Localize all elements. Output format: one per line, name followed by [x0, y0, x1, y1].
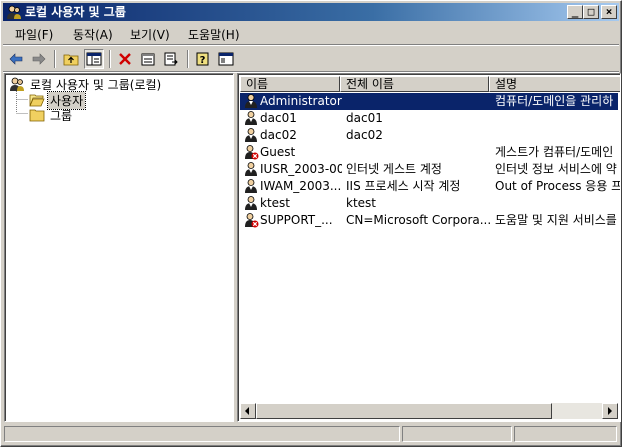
up-level-button[interactable] [61, 49, 81, 69]
toolbar-separator [109, 50, 111, 68]
status-pane-2 [402, 426, 512, 442]
user-description: 컴퓨터/도메인을 관리하 [495, 94, 614, 108]
delete-button[interactable] [115, 49, 135, 69]
user-name: Guest [260, 145, 296, 159]
back-button[interactable] [6, 49, 26, 69]
user-icon [245, 111, 257, 125]
close-button[interactable]: × [601, 5, 617, 19]
user-name: dac01 [260, 111, 297, 125]
user-row[interactable]: dac01 dac01 [240, 110, 618, 127]
properties-icon [141, 53, 155, 66]
title-bar[interactable]: 로컬 사용자 및 그룹 _ □ × [3, 3, 619, 21]
scroll-left-button[interactable] [240, 403, 256, 419]
column-header-full-name[interactable]: 전체 이름 [340, 76, 489, 92]
user-full-name: dac01 [346, 111, 383, 125]
help-icon: ? [196, 52, 209, 66]
description-bar-icon [218, 52, 234, 66]
users-list-pane[interactable]: 이름 전체 이름 설명 Administrator 컴퓨터/도메인을 관리하 dac… [237, 73, 621, 422]
back-arrow-icon [9, 53, 23, 65]
user-full-name: CN=Microsoft Corpora... [346, 213, 492, 227]
user-icon [245, 196, 257, 210]
export-list-icon [164, 52, 178, 66]
user-row[interactable]: dac02 dac02 [240, 127, 618, 144]
user-name: SUPPORT_... [260, 213, 333, 227]
export-list-button[interactable] [161, 49, 181, 69]
user-row[interactable]: SUPPORT_... CN=Microsoft Corpora... 도움말 및 … [240, 212, 618, 229]
column-header-name[interactable]: 이름 [240, 76, 340, 92]
status-bar [3, 425, 619, 444]
user-name: ktest [260, 196, 290, 210]
user-name: Administrator [260, 94, 342, 108]
scroll-thumb[interactable] [256, 403, 552, 419]
menu-separator [3, 44, 619, 46]
scroll-right-icon [608, 407, 612, 415]
horizontal-scrollbar[interactable] [240, 403, 618, 419]
delete-x-icon [119, 53, 131, 65]
user-row[interactable]: Administrator 컴퓨터/도메인을 관리하 [240, 93, 618, 110]
status-pane-3 [514, 426, 617, 442]
help-button[interactable]: ? [193, 49, 213, 69]
description-bar-button[interactable] [216, 49, 236, 69]
toolbar-separator [187, 50, 189, 68]
main-window: 로컬 사용자 및 그룹 _ □ × 파일(F) 동작(A) 보기(V) 도움말(… [0, 0, 622, 447]
user-description: Out of Process 응용 프 [495, 179, 621, 193]
tree-root-label: 로컬 사용자 및 그룹(로컬) [30, 77, 162, 92]
user-name: dac02 [260, 128, 297, 142]
users-app-icon [7, 5, 21, 19]
folder-icon [29, 109, 45, 122]
menu-view[interactable]: 보기(V) [130, 26, 170, 43]
user-row[interactable]: IWAM_2003... IIS 프로세스 시작 계정 Out of Process… [240, 178, 621, 195]
user-icon [245, 162, 257, 176]
user-row[interactable]: Guest 게스트가 컴퓨터/도메인 [240, 144, 618, 161]
menu-help[interactable]: 도움말(H) [188, 26, 240, 43]
user-full-name: ktest [346, 196, 376, 210]
console-tree-icon [86, 52, 102, 66]
tree-item-groups[interactable]: 그룹 [29, 107, 74, 123]
user-description: 도움말 및 지원 서비스를 [495, 213, 617, 227]
toolbar: ? [3, 47, 619, 71]
user-row[interactable]: ktest ktest [240, 195, 618, 212]
user-icon [245, 128, 257, 142]
menu-bar: 파일(F) 동작(A) 보기(V) 도움말(H) [3, 23, 619, 43]
user-name: IWAM_2003... [260, 179, 342, 193]
forward-arrow-icon [32, 53, 46, 65]
user-full-name: IIS 프로세스 시작 계정 [346, 179, 461, 193]
forward-button[interactable] [29, 49, 49, 69]
window-title: 로컬 사용자 및 그룹 [25, 5, 126, 19]
user-icon [245, 94, 257, 108]
console-tree-pane[interactable]: 로컬 사용자 및 그룹(로컬) 사용자 그룹 [4, 73, 234, 422]
column-header-description[interactable]: 설명 [489, 76, 620, 92]
show-hide-tree-button[interactable] [84, 49, 104, 69]
scroll-left-icon [245, 407, 249, 415]
user-full-name: 인터넷 게스트 계정 [346, 162, 442, 176]
folder-open-icon [29, 94, 45, 107]
maximize-button[interactable]: □ [583, 5, 599, 19]
toolbar-separator [54, 50, 56, 68]
tree-root[interactable]: 로컬 사용자 및 그룹(로컬) [9, 76, 163, 92]
user-disabled-icon [245, 213, 259, 228]
svg-text:?: ? [200, 55, 206, 66]
user-description: 인터넷 정보 서비스에 약 [495, 162, 617, 176]
scroll-right-button[interactable] [602, 403, 618, 419]
menu-file[interactable]: 파일(F) [15, 26, 53, 43]
tree-item-label: 그룹 [50, 108, 73, 123]
user-disabled-icon [245, 145, 259, 160]
user-row[interactable]: IUSR_2003-00 인터넷 게스트 계정 인터넷 정보 서비스에 약 [240, 161, 618, 178]
user-name: IUSR_2003-00 [260, 162, 342, 176]
properties-button[interactable] [138, 49, 158, 69]
user-full-name: dac02 [346, 128, 383, 142]
status-pane-main [4, 426, 400, 442]
minimize-button[interactable]: _ [567, 5, 583, 19]
user-icon [245, 179, 257, 193]
user-description: 게스트가 컴퓨터/도메인 [495, 145, 614, 159]
folder-up-icon [63, 54, 79, 66]
users-group-icon [10, 77, 24, 91]
menu-action[interactable]: 동작(A) [73, 26, 113, 43]
